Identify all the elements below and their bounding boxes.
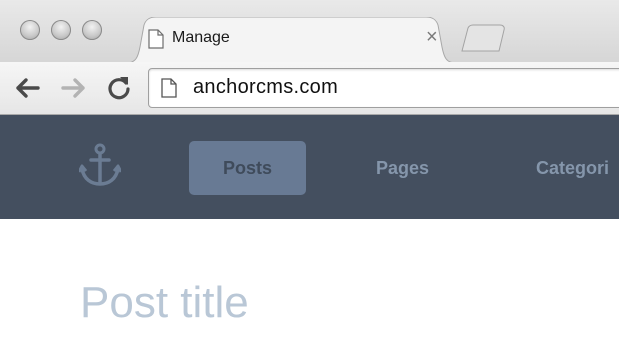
address-bar[interactable]: anchorcms.com bbox=[148, 68, 619, 108]
tab-strip: Manage × bbox=[0, 0, 619, 63]
forward-arrow-icon[interactable] bbox=[59, 74, 87, 102]
back-arrow-icon[interactable] bbox=[14, 74, 42, 102]
site-header: Posts Pages Categori bbox=[0, 115, 619, 219]
post-title-input[interactable] bbox=[80, 277, 600, 329]
new-tab-button[interactable] bbox=[460, 24, 508, 57]
page-icon bbox=[161, 78, 177, 103]
nav-categories[interactable]: Categori bbox=[536, 141, 609, 195]
tab-manage[interactable]: Manage × bbox=[126, 17, 456, 63]
reload-icon[interactable] bbox=[105, 74, 133, 102]
browser-window: Manage × anchorcms.com Posts Pages Categ… bbox=[0, 0, 619, 348]
tab-title: Manage bbox=[172, 29, 230, 46]
nav-pages[interactable]: Pages bbox=[376, 141, 429, 195]
tab-close-icon[interactable]: × bbox=[426, 26, 438, 49]
anchor-icon[interactable] bbox=[77, 143, 123, 192]
address-url: anchorcms.com bbox=[193, 76, 339, 98]
window-zoom-button[interactable] bbox=[82, 20, 102, 40]
browser-toolbar: anchorcms.com bbox=[0, 62, 619, 115]
nav-posts[interactable]: Posts bbox=[189, 141, 306, 195]
window-minimize-button[interactable] bbox=[51, 20, 71, 40]
editor-content bbox=[0, 219, 619, 348]
window-close-button[interactable] bbox=[20, 20, 40, 40]
